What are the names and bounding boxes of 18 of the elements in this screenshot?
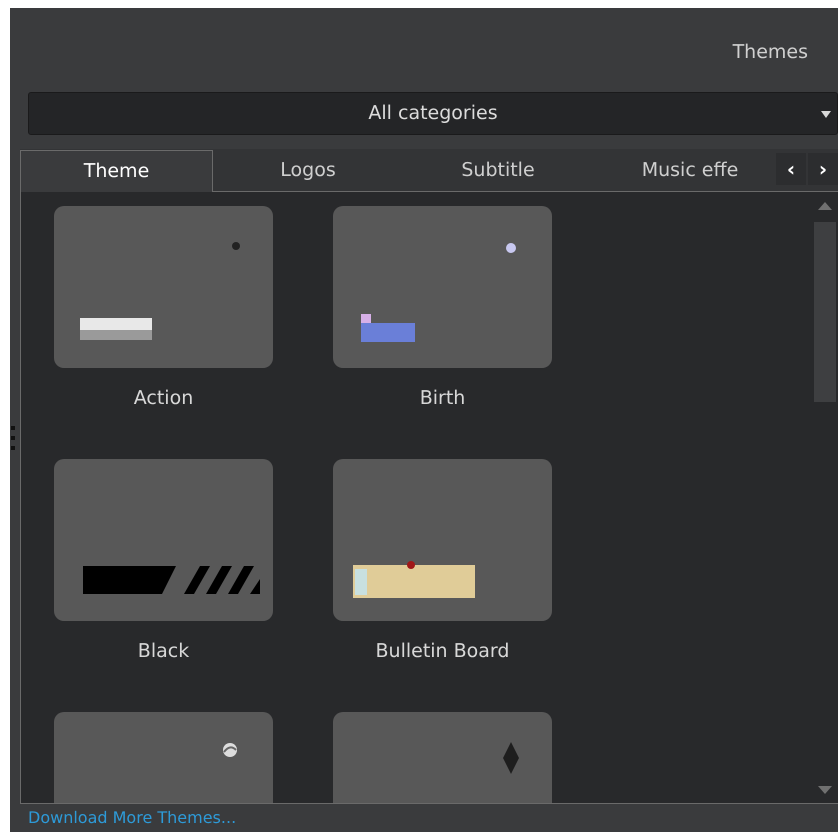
download-more-link[interactable]: Download More Themes... bbox=[28, 808, 236, 827]
category-dropdown[interactable]: All categories bbox=[28, 92, 838, 135]
tab[interactable]: Theme bbox=[20, 150, 213, 192]
dropdown-caret-icon bbox=[821, 111, 831, 118]
theme-label: Bulletin Board bbox=[376, 639, 510, 664]
tab[interactable]: Subtitle bbox=[403, 149, 593, 191]
tab-scroll-button[interactable]: › bbox=[808, 153, 838, 185]
scroll-up-arrow-icon[interactable] bbox=[818, 202, 832, 210]
panel-title: Themes bbox=[732, 40, 808, 65]
tab-scroll-button[interactable]: ‹ bbox=[776, 153, 806, 185]
scroll-down-arrow-icon[interactable] bbox=[818, 786, 832, 794]
tab[interactable]: Music effe bbox=[615, 149, 765, 191]
theme-label: Birth bbox=[420, 386, 466, 411]
tab[interactable]: Logos bbox=[213, 149, 403, 191]
theme-label: Black bbox=[138, 639, 190, 664]
splitter-grip-icon bbox=[11, 426, 15, 450]
scrollbar[interactable] bbox=[814, 202, 836, 794]
theme-label: Action bbox=[134, 386, 194, 411]
